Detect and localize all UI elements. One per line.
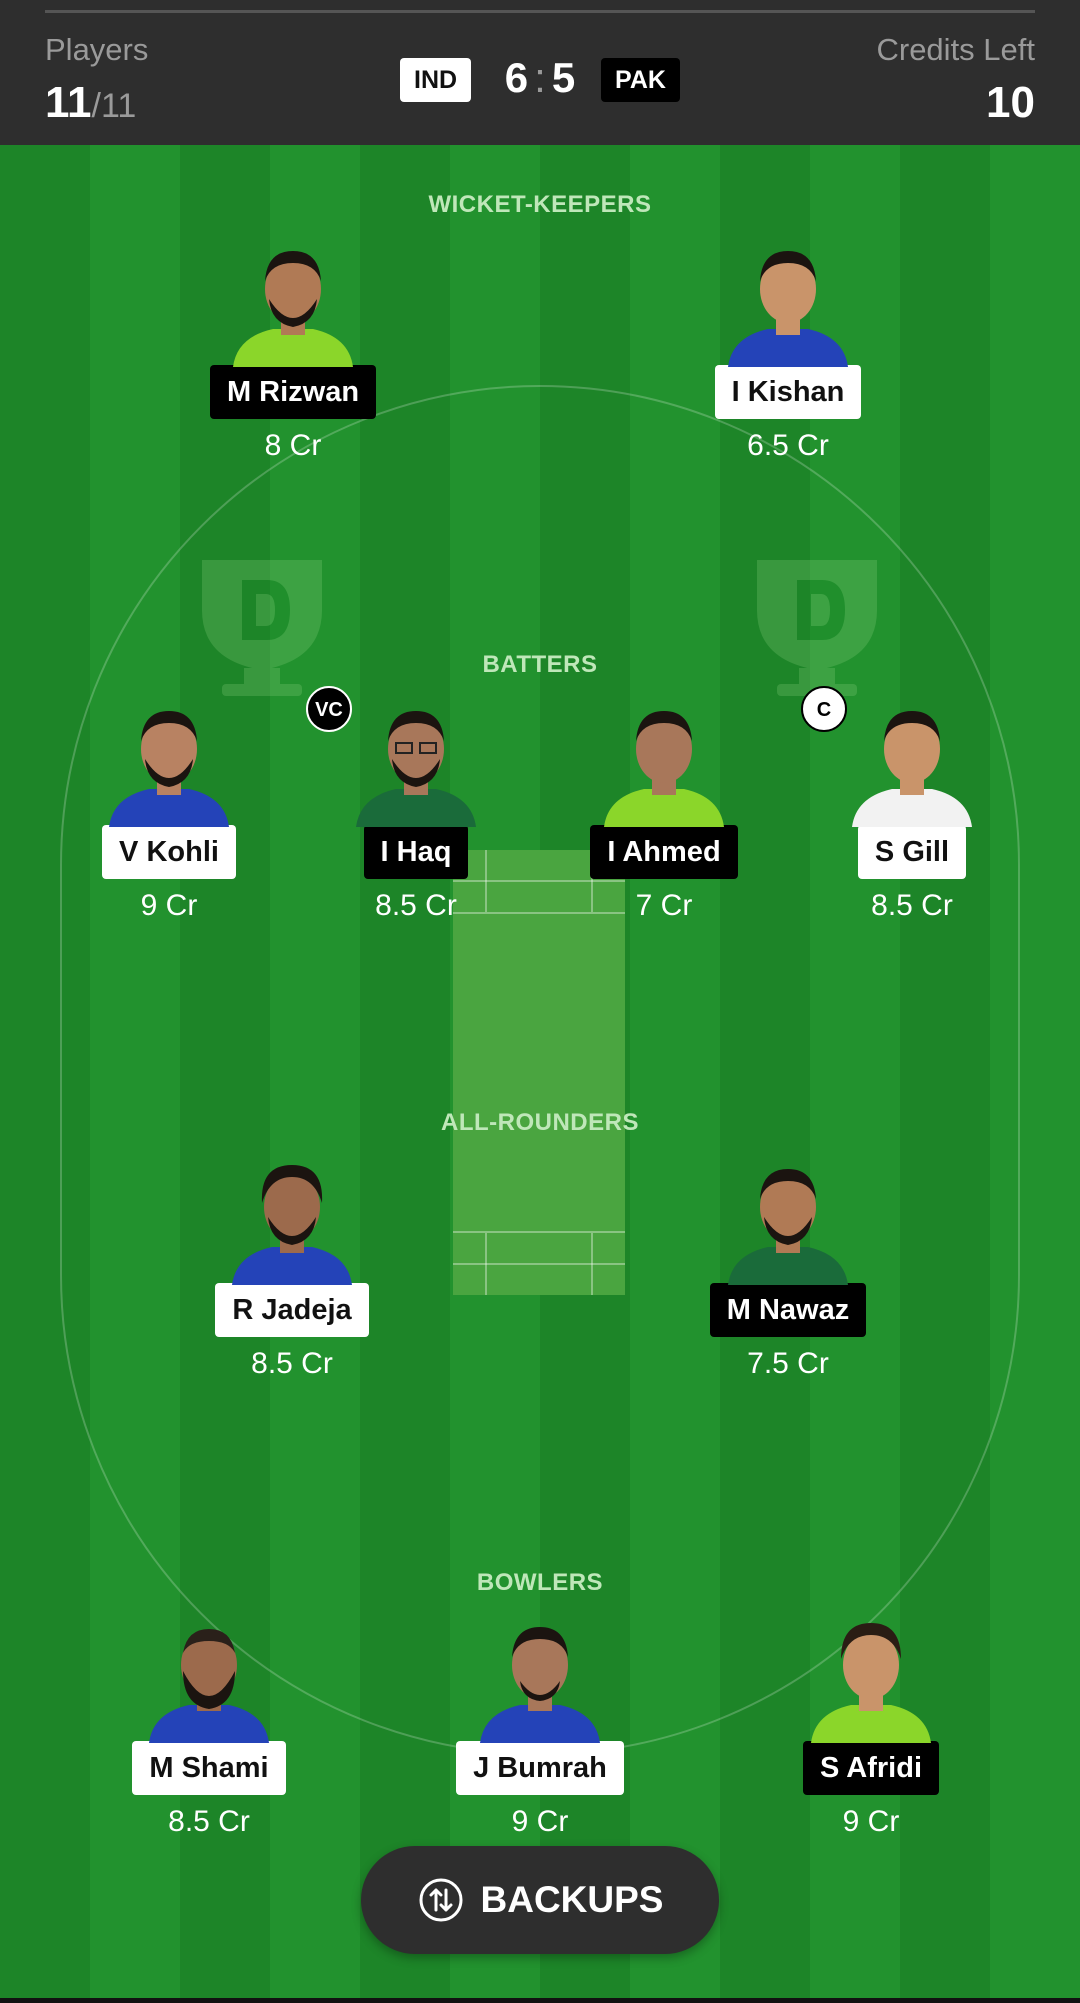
team-header: Players 11/11 IND 6:5 PAK Credits Left 1…	[0, 0, 1080, 145]
players-selected: 11	[45, 78, 92, 127]
player-credit: 7.5 Cr	[747, 1347, 829, 1380]
credits-label: Credits Left	[876, 32, 1035, 67]
team-pak-tag: PAK	[601, 58, 680, 102]
player-name: R Jadeja	[215, 1283, 369, 1337]
credits-value: 10	[986, 78, 1035, 127]
score-separator: :	[534, 54, 546, 101]
players-label: Players	[45, 32, 149, 67]
player-name: M Nawaz	[709, 1283, 867, 1337]
player-card-shami[interactable]: M Shami 8.5 Cr	[89, 1613, 329, 1839]
player-credit: 9 Cr	[140, 889, 198, 922]
player-card-rizwan[interactable]: M Rizwan 8 Cr	[173, 237, 413, 463]
player-name: S Gill	[857, 825, 967, 879]
player-credit: 8.5 Cr	[251, 1347, 333, 1380]
backups-icon	[419, 1878, 463, 1922]
player-avatar	[346, 697, 486, 827]
backups-button[interactable]: BACKUPS	[361, 1846, 719, 1954]
player-credit: 6.5 Cr	[747, 429, 829, 462]
score-right: 5	[551, 54, 576, 101]
bottom-edge	[0, 1998, 1080, 2003]
team-split-score: 6:5	[490, 54, 590, 102]
player-credit: 8 Cr	[264, 429, 322, 462]
player-avatar	[470, 1613, 610, 1743]
player-credit: 8.5 Cr	[375, 889, 457, 922]
player-name: M Rizwan	[209, 365, 377, 419]
section-bowlers: BOWLERS	[476, 1569, 604, 1596]
player-avatar	[594, 697, 734, 827]
player-card-kishan[interactable]: I Kishan 6.5 Cr	[668, 237, 908, 463]
player-card-nawaz[interactable]: M Nawaz 7.5 Cr	[668, 1155, 908, 1381]
drag-handle	[45, 10, 1035, 13]
player-name: M Shami	[132, 1741, 286, 1795]
score-left: 6	[504, 54, 529, 101]
player-card-afridi[interactable]: S Afridi 9 Cr	[751, 1613, 991, 1839]
player-avatar	[801, 1613, 941, 1743]
player-avatar	[718, 237, 858, 367]
player-credit: 7 Cr	[635, 889, 693, 922]
player-avatar	[223, 237, 363, 367]
player-card-kohli[interactable]: V Kohli 9 Cr	[49, 697, 289, 923]
player-credit: 8.5 Cr	[871, 889, 953, 922]
player-name: V Kohli	[102, 825, 236, 879]
team-ind-tag: IND	[400, 58, 472, 102]
player-avatar	[99, 697, 239, 827]
player-name: I Ahmed	[590, 825, 738, 879]
captain-badge: C	[801, 686, 847, 732]
player-avatar	[718, 1155, 858, 1285]
player-credit: 8.5 Cr	[168, 1805, 250, 1838]
section-wicket-keepers: WICKET-KEEPERS	[428, 191, 652, 218]
player-credit: 9 Cr	[842, 1805, 900, 1838]
player-avatar	[842, 697, 982, 827]
player-name: S Afridi	[802, 1741, 940, 1795]
player-avatar	[139, 1613, 279, 1743]
players-max: /11	[91, 87, 137, 125]
player-name: J Bumrah	[456, 1741, 624, 1795]
player-name: I Haq	[363, 825, 469, 879]
section-all-rounders: ALL-ROUNDERS	[441, 1109, 639, 1136]
player-avatar	[222, 1155, 362, 1285]
players-count: 11/11	[45, 78, 136, 128]
vice-captain-badge: VC	[306, 686, 352, 732]
section-batters: BATTERS	[482, 651, 598, 678]
backups-label: BACKUPS	[480, 1879, 664, 1920]
player-name: I Kishan	[714, 365, 862, 419]
player-card-ahmed[interactable]: I Ahmed 7 Cr	[544, 697, 784, 923]
player-credit: 9 Cr	[511, 1805, 569, 1838]
player-card-bumrah[interactable]: J Bumrah 9 Cr	[420, 1613, 660, 1839]
player-card-jadeja[interactable]: R Jadeja 8.5 Cr	[172, 1155, 412, 1381]
